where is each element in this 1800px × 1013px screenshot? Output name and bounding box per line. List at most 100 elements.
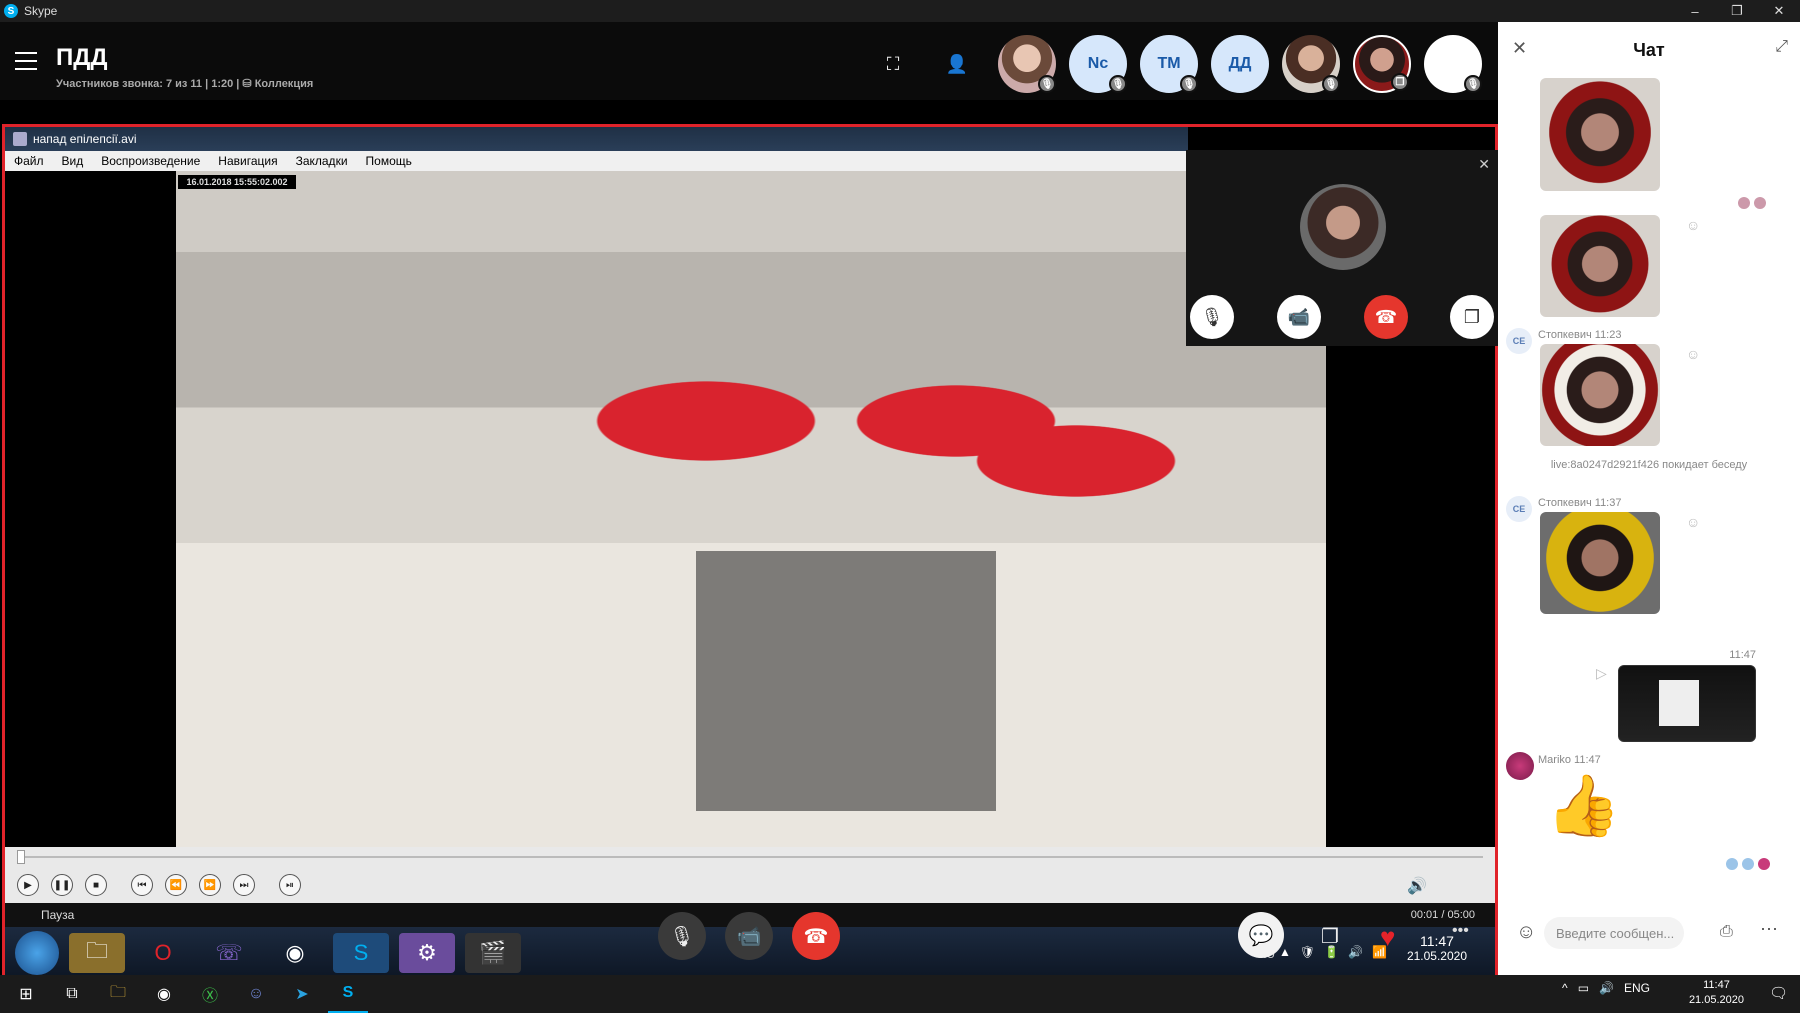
muted-icon: 🎙 [1038,75,1056,93]
message-time: 11:47 [1729,649,1756,661]
app-icon: ⚙ [399,933,455,973]
muted-icon: 🎙 [1180,75,1198,93]
file-explorer-icon[interactable]: 🗀 [98,975,138,1013]
screen-share-button[interactable]: ❐ [1306,912,1354,960]
screen-share-icon: ❐ [1391,73,1409,91]
chrome-icon[interactable]: ◉ [144,975,184,1013]
reaction-icon[interactable]: ☺ [1686,514,1700,530]
sender-avatar [1506,752,1534,780]
chat-image[interactable] [1618,665,1756,742]
participant-avatar[interactable]: Nc 🎙 [1069,35,1127,93]
player-controls: ▶ ❚❚ ■ ⏮ ⏪ ⏩ ⏭ ⏯ 🔊 [5,867,1495,903]
hang-up-button[interactable]: ☎ [792,912,840,960]
clock[interactable]: 11:47 21.05.2020 [1689,978,1744,1008]
end-call-button[interactable]: ☎ [1364,295,1408,339]
network-icon[interactable]: ▭ [1578,981,1589,995]
system-tray: ^ ▭ 🔊 ENG [1562,981,1650,995]
windows-taskbar: ⊞ ⧉ 🗀 ◉ Ⓧ ☺ ➤ S ^ ▭ 🔊 ENG 11:47 21.05.20… [0,975,1800,1013]
chat-image[interactable] [1540,512,1660,614]
microphone-button[interactable]: 🎙 [1190,295,1234,339]
sender-name: Mariko 11:47 [1538,754,1601,766]
message-composer: ☺ Введите сообщен... ⎙ ⋯ [1498,905,1800,965]
more-icon[interactable]: ⋯ [1760,919,1778,940]
video-button[interactable]: 📹 [1277,295,1321,339]
expand-icon[interactable]: ⤢ [1775,38,1788,56]
reaction-icon[interactable]: ☺ [1686,346,1700,362]
heart-reaction-icon[interactable]: ♥ [1380,922,1395,953]
window-title: Skype [24,4,58,18]
task-view-icon[interactable]: ⧉ [52,975,92,1013]
seek-knob[interactable] [17,850,25,864]
chat-image[interactable] [1540,215,1660,317]
call-area: ПДД Участников звонка: 7 из 11 | 1:20 | … [0,22,1498,982]
tray-chevron-icon[interactable]: ^ [1562,981,1568,995]
chat-panel: ✕ Чат ⤢ ☺ CE Стопкевич 11:23 ☺ live:8a02… [1498,22,1800,975]
seek-track [19,856,1483,858]
conversation-title: ПДД [56,44,108,71]
forward-icon[interactable]: ⏩ [199,874,221,896]
xbox-icon[interactable]: Ⓧ [190,975,230,1013]
menu-item[interactable]: Воспроизведение [92,154,209,168]
more-options-icon[interactable]: ••• [1452,922,1469,940]
close-window-button[interactable]: ✕ [1758,0,1800,22]
menu-item[interactable]: Помощь [357,154,421,168]
add-participant-icon[interactable]: 👤 [942,52,972,76]
close-icon[interactable]: ✕ [1478,156,1490,173]
sender-name: Стопкевич 11:23 [1538,329,1622,341]
chat-image[interactable] [1540,78,1660,191]
reaction-icon[interactable]: ☺ [1686,217,1700,233]
attach-icon[interactable]: ⎙ [1720,923,1733,941]
participant-avatar[interactable]: ❐ [1353,35,1411,93]
participant-avatar[interactable]: 🎙 [1282,35,1340,93]
discord-icon[interactable]: ☺ [236,975,276,1013]
previous-icon[interactable]: ⏮ [131,874,153,896]
restore-button[interactable]: ❐ [1716,0,1758,22]
message-input[interactable]: Введите сообщен... [1544,917,1684,949]
stop-icon[interactable]: ■ [85,874,107,896]
emoji-icon[interactable]: ☺ [1516,921,1536,944]
menu-item[interactable]: Закладки [287,154,357,168]
menu-item[interactable]: Навигация [209,154,286,168]
menu-item[interactable]: Файл [5,154,53,168]
seek-bar[interactable] [5,847,1495,867]
caller-video [1300,184,1386,270]
skype-logo-icon: S [4,4,18,18]
start-icon[interactable]: ⊞ [6,975,46,1013]
next-icon[interactable]: ⏭ [233,874,255,896]
media-player-icon: 🎬 [465,933,521,973]
sender-name: Стопкевич 11:37 [1538,497,1622,509]
read-receipts [1726,858,1770,870]
participant-avatar[interactable]: ТМ 🎙 [1140,35,1198,93]
open-chat-button[interactable]: 💬 [1238,912,1284,958]
pause-icon[interactable]: ❚❚ [51,874,73,896]
menu-item[interactable]: Вид [53,154,93,168]
chat-title: Чат [1633,40,1665,60]
input-language[interactable]: ENG [1624,981,1650,995]
chat-image[interactable] [1540,344,1660,446]
viber-icon: ☏ [215,940,243,965]
telegram-icon[interactable]: ➤ [282,975,322,1013]
rewind-icon[interactable]: ⏪ [165,874,187,896]
window-titlebar: S Skype – ❐ ✕ [0,0,1800,22]
volume-icon[interactable]: 🔊 [1407,876,1427,896]
layout-icon[interactable]: ⛶ [878,52,908,76]
minimize-button[interactable]: – [1674,0,1716,22]
player-menubar: Файл Вид Воспроизведение Навигация Закла… [5,151,1188,171]
video-timestamp: 16.01.2018 15:55:02.002 [178,175,296,189]
call-info: Участников звонка: 7 из 11 | 1:20 | ⛁ Ко… [56,78,314,90]
thumbs-up-emoji-icon: 👍 [1546,772,1621,839]
muted-icon: 🎙 [1464,75,1482,93]
menu-icon[interactable] [15,52,37,70]
skype-taskbar-icon[interactable]: S [328,975,368,1013]
popout-button[interactable]: ❐ [1450,295,1494,339]
volume-icon[interactable]: 🔊 [1599,981,1614,995]
mute-microphone-button[interactable]: 🎙 [658,912,706,960]
notification-icon[interactable]: 🗨 [1769,984,1788,1002]
frame-step-icon[interactable]: ⏯ [279,874,301,896]
turn-off-video-button[interactable]: 📹 [725,912,773,960]
participant-avatar[interactable]: 🎙 [1424,35,1482,93]
play-icon[interactable]: ▶ [17,874,39,896]
muted-icon: 🎙 [1322,75,1340,93]
participant-avatar[interactable]: ДД [1211,35,1269,93]
participant-avatar[interactable]: 🎙 [998,35,1056,93]
